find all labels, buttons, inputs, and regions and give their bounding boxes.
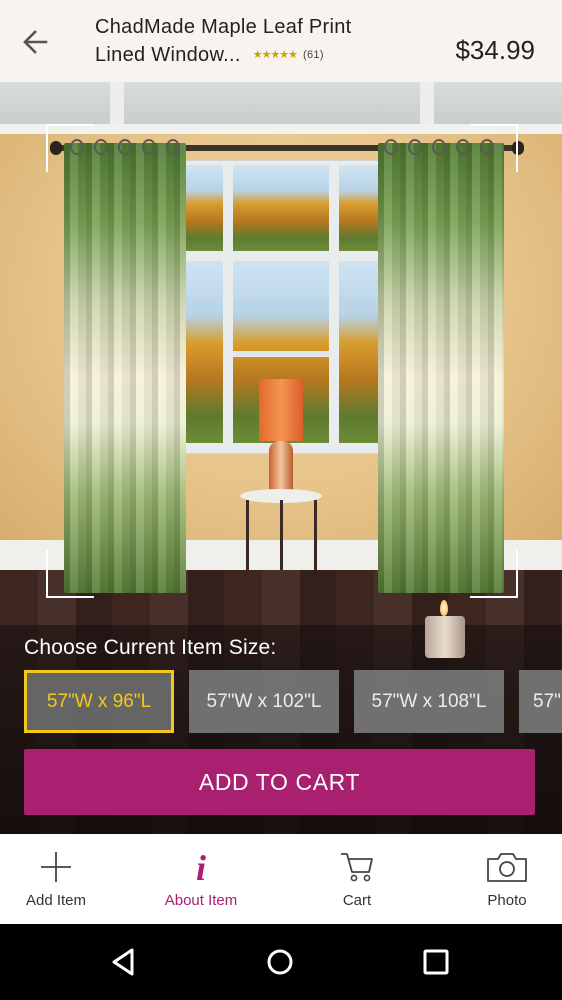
size-option-selected[interactable]: 57"W x 96"L [24, 670, 174, 733]
tab-photo[interactable]: Photo [437, 834, 562, 924]
curtain-grommet [94, 139, 108, 155]
review-count[interactable]: (61) [303, 41, 324, 69]
info-icon: i [195, 848, 207, 888]
lamp-base [269, 441, 293, 493]
curtain-grommet [408, 139, 422, 155]
triangle-back-icon [112, 948, 134, 976]
tab-label: Photo [487, 892, 527, 909]
window-pane [183, 165, 223, 251]
tab-label: About Item [164, 892, 238, 909]
ceiling [0, 82, 562, 130]
crop-handle-top-right[interactable] [470, 124, 518, 172]
tab-label: Add Item [25, 892, 87, 909]
product-title-line1: ChadMade Maple Leaf Print [95, 16, 352, 38]
curtain-panel-right[interactable] [378, 143, 504, 593]
size-option[interactable]: 57"W x 108"L [354, 670, 504, 733]
bottom-tab-bar: Add Item i About Item Cart Photo [0, 834, 562, 924]
curtain-grommet [118, 139, 132, 155]
curtain-grommet [166, 139, 180, 155]
curtain-grommet [142, 139, 156, 155]
nav-recents-button[interactable] [418, 944, 454, 980]
system-nav-bar [0, 924, 562, 1000]
plus-icon [41, 852, 71, 882]
tab-about-item[interactable]: i About Item [131, 834, 271, 924]
crop-handle-bottom-right[interactable] [470, 550, 518, 598]
table-leg [280, 500, 283, 570]
window-pane [339, 261, 381, 443]
product-title: ChadMade Maple Leaf Print Lined Window..… [95, 13, 395, 69]
candle-flame [440, 600, 448, 616]
product-header: ChadMade Maple Leaf Print Lined Window..… [0, 0, 562, 82]
size-chooser-label: Choose Current Item Size: [24, 636, 277, 659]
size-option[interactable]: 57" [519, 670, 562, 733]
back-button[interactable] [20, 26, 52, 58]
lamp-shade [259, 379, 303, 441]
square-recents-icon [423, 949, 449, 975]
tab-cart[interactable]: Cart [287, 834, 427, 924]
table-leg [246, 500, 249, 570]
ceiling-beam [110, 82, 124, 130]
back-arrow-icon [23, 30, 48, 54]
window-pane [183, 261, 223, 443]
tab-label: Cart [342, 892, 372, 909]
product-price: $34.99 [455, 35, 535, 65]
curtain-grommet [384, 139, 398, 155]
curtain-panel-left[interactable] [64, 143, 186, 593]
crop-handle-bottom-left[interactable] [46, 550, 94, 598]
tab-add-item[interactable]: Add Item [0, 834, 126, 924]
table-leg [314, 500, 317, 570]
camera-icon [487, 853, 527, 882]
rating-stars: ★★★★★ [252, 49, 298, 61]
crop-handle-top-left[interactable] [46, 124, 94, 172]
nav-back-button[interactable] [105, 944, 141, 980]
ceiling-beam [420, 82, 434, 130]
circle-home-icon [267, 949, 293, 975]
product-title-line2: Lined Window... [95, 44, 241, 66]
size-option[interactable]: 57"W x 102"L [189, 670, 339, 733]
window-mullion [233, 351, 329, 357]
add-to-cart-button[interactable]: ADD TO CART [24, 749, 535, 815]
window-pane [233, 165, 329, 251]
window-pane [339, 165, 381, 251]
curtain-grommet [432, 139, 446, 155]
cart-icon [341, 853, 373, 882]
curtain-grommet [456, 139, 470, 155]
nav-home-button[interactable] [262, 944, 298, 980]
